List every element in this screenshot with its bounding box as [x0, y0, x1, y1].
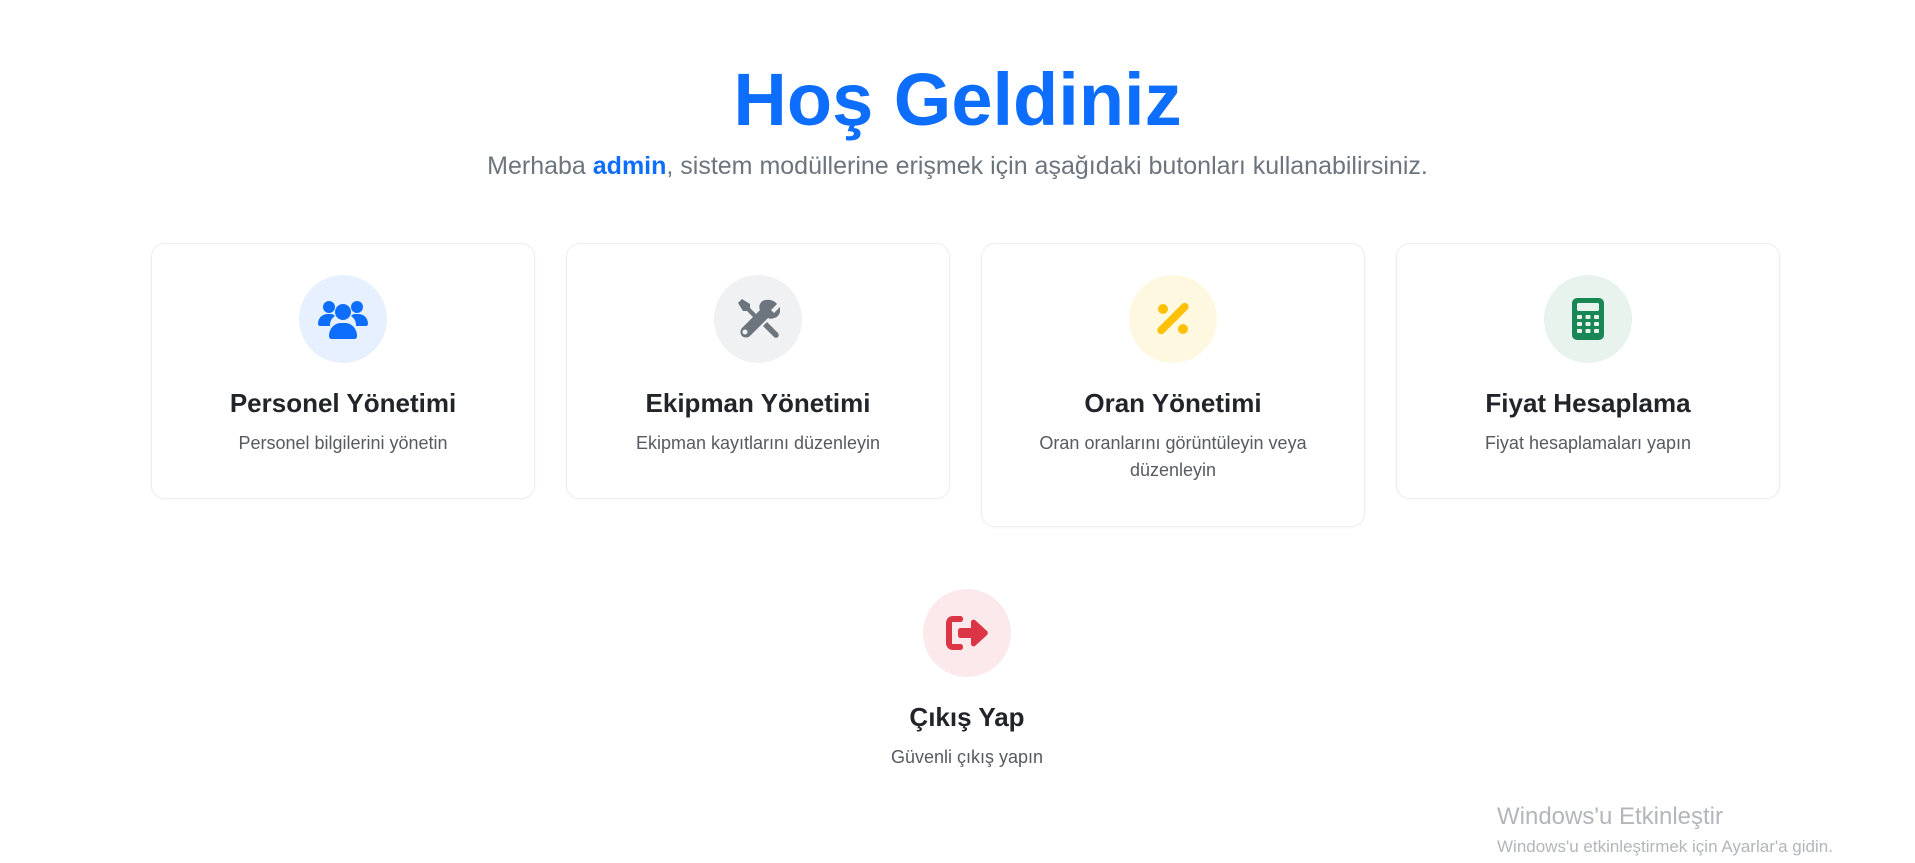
- icon-circle: [714, 275, 802, 363]
- card-description: Personel bilgilerini yönetin: [238, 433, 448, 453]
- windows-activation-watermark: Windows'u Etkinleştir Windows'u etkinleş…: [1497, 800, 1833, 860]
- card-description: Fiyat hesaplamaları yapın: [1484, 433, 1692, 453]
- icon-circle: [1544, 275, 1632, 363]
- username: admin: [592, 152, 667, 180]
- card-description: Oran oranlarını görüntüleyin veya düzenl…: [1039, 433, 1307, 480]
- logout-title: Çıkış Yap: [909, 702, 1025, 732]
- sign-out-icon: [946, 616, 988, 650]
- logout-button[interactable]: Çıkış Yap Güvenli çıkış yapın: [775, 589, 1159, 771]
- rate-management-card[interactable]: Oran Yönetimi Oran oranlarını görüntüley…: [981, 243, 1365, 527]
- tools-icon: [738, 299, 780, 338]
- card-title: Personel Yönetimi: [229, 388, 457, 418]
- calculator-icon: [1572, 298, 1604, 340]
- card-title: Fiyat Hesaplama: [1485, 388, 1691, 418]
- module-cards: Personel Yönetimi Personel bilgilerini y…: [151, 243, 1781, 527]
- greeting-suffix: , sistem modüllerine erişmek için aşağıd…: [666, 152, 1428, 180]
- icon-circle: [923, 589, 1011, 677]
- page: Hoş Geldiniz Merhaba admin, sistem modül…: [0, 0, 1915, 863]
- card-title: Ekipman Yönetimi: [645, 388, 871, 418]
- price-calculation-card[interactable]: Fiyat Hesaplama Fiyat hesaplamaları yapı…: [1396, 243, 1780, 499]
- icon-circle: [1129, 275, 1217, 363]
- greeting-prefix: Merhaba: [487, 152, 593, 180]
- watermark-subtitle: Windows'u etkinleştirmek için Ayarlar'a …: [1497, 837, 1833, 856]
- card-title: Oran Yönetimi: [1084, 388, 1262, 418]
- page-title: Hoş Geldiniz: [733, 58, 1182, 141]
- welcome-message: Merhaba admin, sistem modüllerine erişme…: [0, 146, 1915, 186]
- users-icon: [318, 301, 368, 339]
- watermark-title: Windows'u Etkinleştir: [1497, 803, 1723, 830]
- percent-icon: [1157, 302, 1189, 335]
- personnel-management-card[interactable]: Personel Yönetimi Personel bilgilerini y…: [151, 243, 535, 499]
- logout-description: Güvenli çıkış yapın: [890, 747, 1044, 767]
- icon-circle: [299, 275, 387, 363]
- card-description: Ekipman kayıtlarını düzenleyin: [635, 433, 881, 453]
- equipment-management-card[interactable]: Ekipman Yönetimi Ekipman kayıtlarını düz…: [566, 243, 950, 499]
